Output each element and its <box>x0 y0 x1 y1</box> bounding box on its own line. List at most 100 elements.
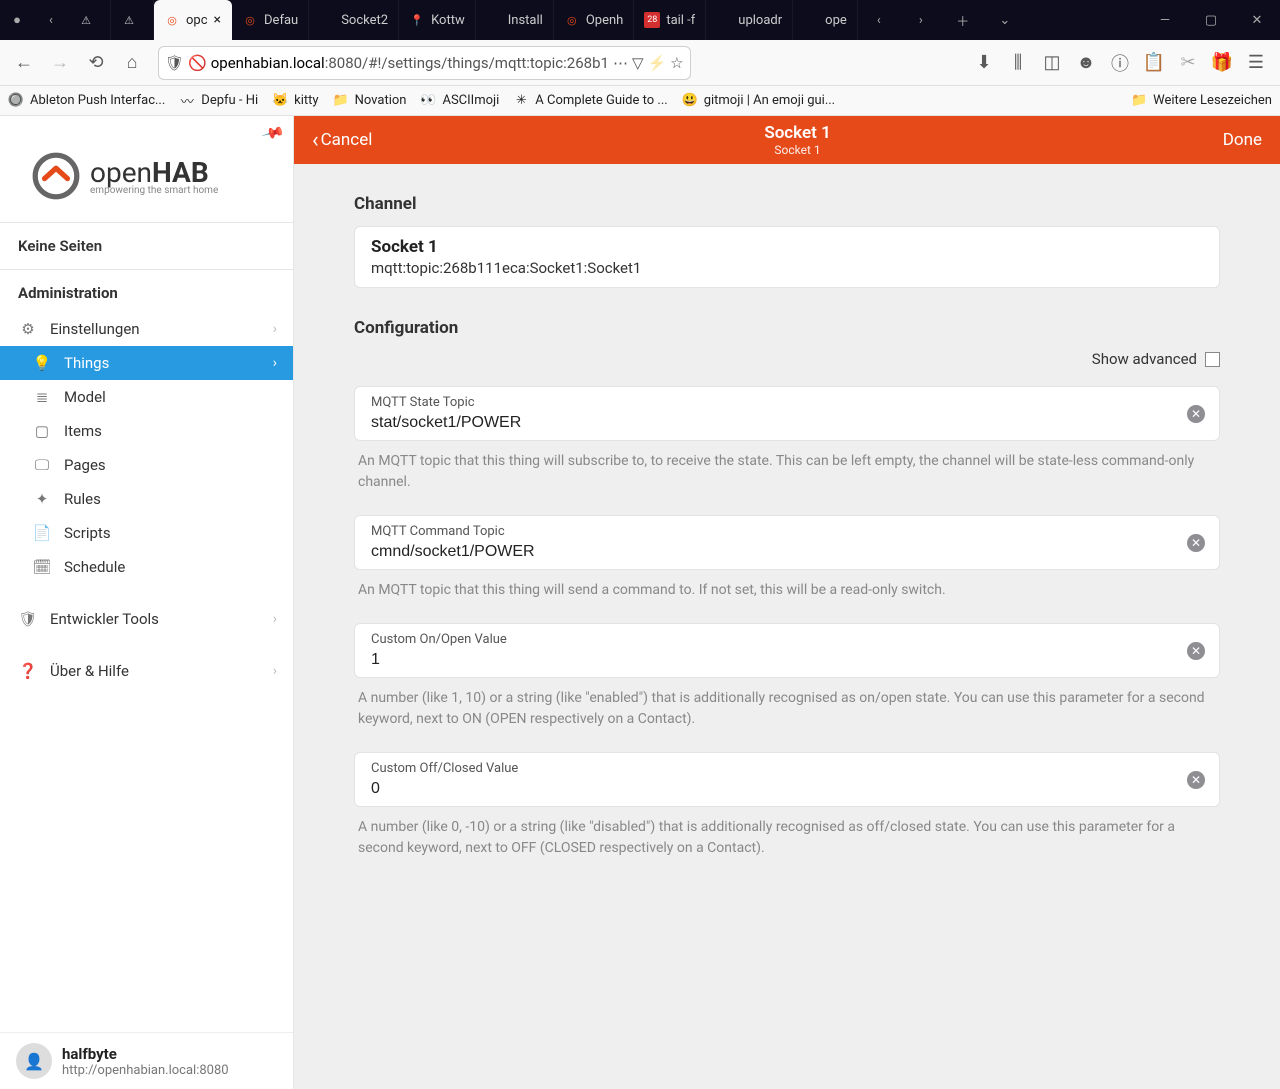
browser-tab[interactable]: ⚠ <box>111 0 154 40</box>
field-input[interactable] <box>371 651 1203 669</box>
sidebar-item-model[interactable]: ≣Model <box>0 380 293 414</box>
show-advanced-row[interactable]: Show advanced <box>354 350 1220 368</box>
sidebar-item-pages[interactable]: 🖵Pages <box>0 448 293 482</box>
url-text: openhabian.local:8080/#!/settings/things… <box>211 54 609 72</box>
cancel-button[interactable]: ‹ Cancel <box>312 128 372 153</box>
sidebar-item-label: Rules <box>64 490 101 508</box>
nav-forward-button[interactable]: → <box>44 47 76 79</box>
nav-home-button[interactable]: ⌂ <box>116 47 148 79</box>
more-icon[interactable]: ⋯ <box>613 54 628 72</box>
bookmark-favicon: 🔘 <box>8 93 24 109</box>
clear-icon[interactable]: ✕ <box>1187 405 1205 423</box>
library-icon[interactable]: ⫼ <box>1002 47 1034 79</box>
sidebar-item-label: Items <box>64 422 102 440</box>
sidebar-item-items[interactable]: ▢Items <box>0 414 293 448</box>
window-maximize-button[interactable]: ▢ <box>1188 0 1234 40</box>
field-input[interactable] <box>371 414 1203 432</box>
pocket-icon[interactable]: ▽ <box>632 54 644 72</box>
overflow-icon[interactable]: 🎁 <box>1206 47 1238 79</box>
sidebar-footer[interactable]: 👤 halfbyte http://openhabian.local:8080 <box>0 1032 293 1089</box>
browser-tab[interactable]: ◎Defau <box>232 0 309 40</box>
clipboard-icon[interactable]: 📋 <box>1138 47 1170 79</box>
footer-url: http://openhabian.local:8080 <box>62 1063 229 1078</box>
chevron-right-icon: › <box>273 611 277 627</box>
other-bookmarks[interactable]: 📁 Weitere Lesezeichen <box>1131 93 1272 109</box>
avatar: 👤 <box>16 1043 52 1079</box>
browser-tab[interactable]: ◎opc× <box>154 0 232 40</box>
bookmark-item[interactable]: 👀 ASCIImoji <box>420 93 499 109</box>
tab-title: tail -f <box>666 13 695 28</box>
browser-tab[interactable]: ope <box>793 0 858 40</box>
bookmark-item[interactable]: 〰Depfu - Hi <box>179 93 258 109</box>
sidebar-item-label: Einstellungen <box>50 320 140 338</box>
tab-close-icon[interactable]: × <box>214 12 221 28</box>
app-root: 📌 openHAB empowering the smart home Kein… <box>0 116 1280 1089</box>
tab-title: Install <box>508 13 543 28</box>
sidebar-item-icon: 📄 <box>30 524 54 542</box>
nav-reload-button[interactable]: ⟲ <box>80 47 112 79</box>
tab-scroll-left[interactable]: ‹ <box>34 0 68 40</box>
browser-tab[interactable]: 📍Kottw <box>399 0 476 40</box>
menu-icon[interactable]: ☰ <box>1240 47 1272 79</box>
bookmark-item[interactable]: ✳A Complete Guide to ... <box>513 93 667 109</box>
window-close-button[interactable]: ✕ <box>1234 0 1280 40</box>
sidebar-icon[interactable]: ◫ <box>1036 47 1068 79</box>
bookmark-favicon: 😃 <box>682 93 698 109</box>
field-help-text: A number (like 1, 10) or a string (like … <box>354 678 1220 746</box>
bookmark-star-icon[interactable]: ☆ <box>670 54 683 72</box>
bookmark-item[interactable]: 🐱kitty <box>272 93 318 109</box>
browser-tab[interactable]: ◎Openh <box>554 0 634 40</box>
sidebar-item-label: Über & Hilfe <box>50 662 129 680</box>
sidebar-item-scripts[interactable]: 📄Scripts <box>0 516 293 550</box>
titlebar-dot-icon: ● <box>0 0 34 40</box>
sidebar-item-rules[interactable]: ✦Rules <box>0 482 293 516</box>
clear-icon[interactable]: ✕ <box>1187 642 1205 660</box>
bookmark-label: Ableton Push Interfac... <box>30 93 165 108</box>
bookmark-favicon: 〰 <box>179 93 195 109</box>
bookmark-item[interactable]: 📁Novation <box>333 93 407 109</box>
reader-icon[interactable]: ⚡ <box>647 54 666 72</box>
tab-title: Kottw <box>431 13 465 28</box>
browser-tab[interactable]: 28tail -f <box>634 0 706 40</box>
sidebar-item-schedule[interactable]: 🗓Schedule <box>0 550 293 584</box>
folder-icon: 📁 <box>1131 93 1147 109</box>
bookmark-item[interactable]: 🔘 Ableton Push Interfac... <box>8 93 165 109</box>
sidebar-item-entwickler-tools[interactable]: 🛡Entwickler Tools› <box>0 602 293 636</box>
channel-section-header: Channel <box>354 194 1220 214</box>
tab-dropdown-button[interactable]: ⌄ <box>988 13 1022 28</box>
config-field: MQTT State Topic✕ <box>354 386 1220 441</box>
account-icon[interactable]: ☻ <box>1070 47 1102 79</box>
field-label: Custom On/Open Value <box>371 632 1203 647</box>
sidebar-item-things[interactable]: 💡Things› <box>0 346 293 380</box>
browser-tab[interactable]: ⚠ <box>68 0 111 40</box>
field-input[interactable] <box>371 780 1203 798</box>
bookmark-label: ASCIImoji <box>442 93 499 108</box>
extension-icon[interactable]: ✂ <box>1172 47 1204 79</box>
done-button[interactable]: Done <box>1223 130 1262 150</box>
browser-tab[interactable]: uploadr <box>706 0 793 40</box>
window-minimize-button[interactable]: — <box>1142 0 1188 40</box>
tab-favicon <box>319 12 335 28</box>
info-icon[interactable]: ⓘ <box>1104 47 1136 79</box>
page-subtitle: Socket 1 <box>372 143 1222 157</box>
show-advanced-checkbox[interactable] <box>1205 352 1220 367</box>
clear-icon[interactable]: ✕ <box>1187 771 1205 789</box>
clear-icon[interactable]: ✕ <box>1187 534 1205 552</box>
url-bar[interactable]: 🛡 🚫 openhabian.local:8080/#!/settings/th… <box>158 46 691 80</box>
tab-next-button[interactable]: › <box>904 13 938 28</box>
downloads-icon[interactable]: ⬇ <box>968 47 1000 79</box>
tab-prev-button[interactable]: ‹ <box>862 13 896 28</box>
sidebar-item-label: Entwickler Tools <box>50 610 159 628</box>
sidebar: 📌 openHAB empowering the smart home Kein… <box>0 116 294 1089</box>
permission-icon: 🚫 <box>188 54 207 72</box>
nav-back-button[interactable]: ← <box>8 47 40 79</box>
browser-tab[interactable]: Socket2 <box>309 0 399 40</box>
browser-tab[interactable]: Install <box>476 0 554 40</box>
bookmark-favicon: 👀 <box>420 93 436 109</box>
new-tab-button[interactable]: ＋ <box>946 11 980 30</box>
bookmark-item[interactable]: 😃gitmoji | An emoji gui... <box>682 93 835 109</box>
cancel-label: Cancel <box>321 130 373 150</box>
field-input[interactable] <box>371 543 1203 561</box>
sidebar-item-einstellungen[interactable]: ⚙Einstellungen› <box>0 312 293 346</box>
sidebar-item--ber-hilfe[interactable]: ❓Über & Hilfe› <box>0 654 293 688</box>
